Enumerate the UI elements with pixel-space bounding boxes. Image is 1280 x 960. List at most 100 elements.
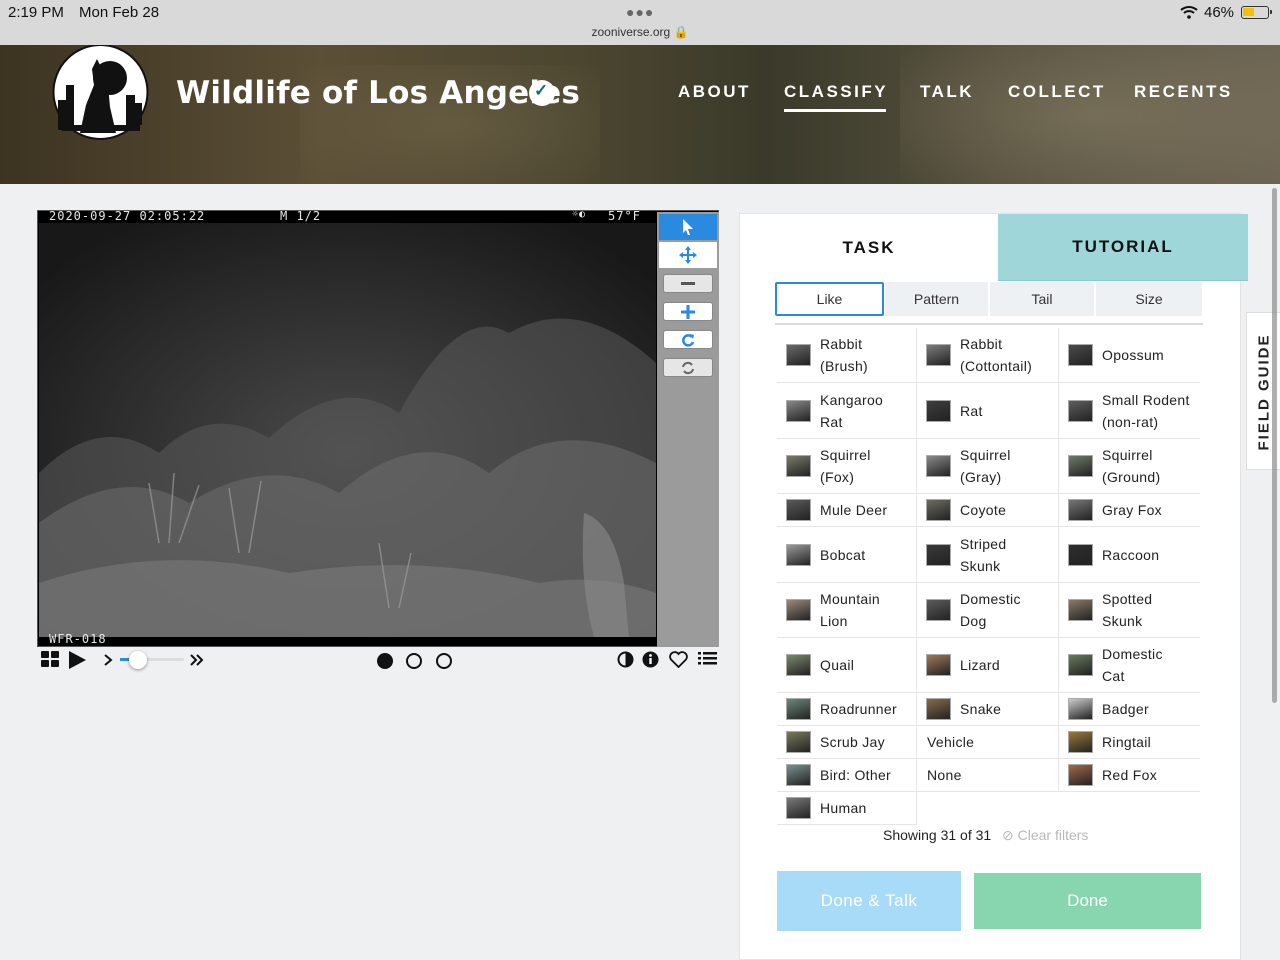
status-time: 2:19 PM xyxy=(8,4,64,21)
species-red-fox[interactable]: Red Fox xyxy=(1059,759,1200,792)
species-thumbnail xyxy=(926,654,951,676)
species-thumbnail xyxy=(1068,599,1093,621)
collections-list-icon[interactable] xyxy=(698,651,717,667)
species-none[interactable]: None xyxy=(917,759,1059,792)
subject-image[interactable] xyxy=(39,223,656,637)
species-lizard[interactable]: Lizard xyxy=(917,638,1059,693)
species-label: Spotted Skunk xyxy=(1102,588,1152,632)
species-label: Vehicle xyxy=(927,731,974,753)
species-mountain-lion[interactable]: Mountain Lion xyxy=(777,583,917,638)
species-scrub-jay[interactable]: Scrub Jay xyxy=(777,726,917,759)
done-button[interactable]: Done xyxy=(974,873,1201,929)
species-rabbit-cottontail[interactable]: Rabbit (Cottontail) xyxy=(917,328,1059,383)
filter-like[interactable]: Like xyxy=(775,282,884,316)
species-label: Squirrel (Fox) xyxy=(820,444,871,488)
species-rat[interactable]: Rat xyxy=(917,383,1059,439)
zoom-out-icon[interactable] xyxy=(663,274,713,293)
grid-view-icon[interactable] xyxy=(41,651,59,667)
species-label: Domestic Cat xyxy=(1102,643,1163,687)
species-spotted-skunk[interactable]: Spotted Skunk xyxy=(1059,583,1200,638)
species-squirrel-ground[interactable]: Squirrel (Ground) xyxy=(1059,439,1200,494)
step-forward-icon[interactable] xyxy=(103,654,113,666)
species-roadrunner[interactable]: Roadrunner xyxy=(777,693,917,726)
species-kangaroo-rat[interactable]: Kangaroo Rat xyxy=(777,383,917,439)
species-bobcat[interactable]: Bobcat xyxy=(777,527,917,583)
address-bar[interactable]: zooniverse.org 🔒 xyxy=(0,25,1280,39)
species-thumbnail xyxy=(1068,499,1093,521)
species-ringtail[interactable]: Ringtail xyxy=(1059,726,1200,759)
clear-filters-button[interactable]: ⊘ Clear filters xyxy=(1002,827,1088,844)
species-thumbnail xyxy=(926,399,951,422)
species-thumbnail xyxy=(926,698,951,720)
project-title[interactable]: Wildlife of Los Angeles xyxy=(176,75,580,111)
move-pan-icon[interactable] xyxy=(659,242,717,268)
species-opossum[interactable]: Opossum xyxy=(1059,328,1200,383)
species-label: Quail xyxy=(820,654,854,676)
species-label: Red Fox xyxy=(1102,764,1157,786)
species-label: Rat xyxy=(960,400,983,422)
done-and-talk-button[interactable]: Done & Talk xyxy=(777,871,961,931)
filter-size[interactable]: Size xyxy=(1096,282,1202,316)
species-raccoon[interactable]: Raccoon xyxy=(1059,527,1200,583)
species-snake[interactable]: Snake xyxy=(917,693,1059,726)
project-header: Wildlife of Los Angeles ✓ ABOUT CLASSIFY… xyxy=(0,45,1280,184)
species-label: Roadrunner xyxy=(820,698,897,720)
species-domestic-dog[interactable]: Domestic Dog xyxy=(917,583,1059,638)
species-mule-deer[interactable]: Mule Deer xyxy=(777,494,917,527)
playback-slider[interactable] xyxy=(120,651,184,669)
frame-pips[interactable] xyxy=(376,652,466,670)
tab-task[interactable]: TASK xyxy=(740,214,998,281)
species-label-line: Striped xyxy=(960,535,1007,552)
species-label-line: Mule Deer xyxy=(820,502,888,518)
species-label-line: Skunk xyxy=(1102,613,1143,629)
species-label-line: Roadrunner xyxy=(820,701,897,717)
rotate-icon[interactable] xyxy=(663,330,713,349)
species-thumbnail xyxy=(1068,698,1093,720)
species-label-line: Snake xyxy=(960,701,1002,717)
play-icon[interactable] xyxy=(67,650,87,670)
species-label-line: None xyxy=(927,767,962,783)
project-logo[interactable] xyxy=(50,45,151,142)
invert-colors-icon[interactable] xyxy=(617,651,634,668)
species-label-line: (non-rat) xyxy=(1102,413,1159,430)
nav-about[interactable]: ABOUT xyxy=(678,82,751,102)
species-coyote[interactable]: Coyote xyxy=(917,494,1059,527)
species-small-rodent-non-rat[interactable]: Small Rodent (non-rat) xyxy=(1059,383,1200,439)
species-squirrel-fox[interactable]: Squirrel (Fox) xyxy=(777,439,917,494)
favorite-heart-icon[interactable] xyxy=(669,651,688,668)
nav-classify[interactable]: CLASSIFY xyxy=(784,82,888,112)
annotate-pointer-icon[interactable] xyxy=(659,214,717,240)
species-label-line: Dog xyxy=(960,613,987,629)
reset-view-icon[interactable] xyxy=(663,358,713,377)
species-human[interactable]: Human xyxy=(777,792,917,825)
species-striped-skunk[interactable]: Striped Skunk xyxy=(917,527,1059,583)
zoom-in-icon[interactable] xyxy=(663,302,713,321)
species-bird-other[interactable]: Bird: Other xyxy=(777,759,917,792)
species-thumbnail xyxy=(786,599,811,621)
slider-handle[interactable] xyxy=(129,651,147,669)
fast-forward-icon[interactable] xyxy=(189,654,205,666)
species-rabbit-brush[interactable]: Rabbit (Brush) xyxy=(777,328,917,383)
species-thumbnail xyxy=(926,499,951,521)
page-scrollbar[interactable] xyxy=(1272,188,1277,703)
species-squirrel-gray[interactable]: Squirrel (Gray) xyxy=(917,439,1059,494)
species-thumbnail xyxy=(786,698,811,720)
species-badger[interactable]: Badger xyxy=(1059,693,1200,726)
species-quail[interactable]: Quail xyxy=(777,638,917,693)
species-domestic-cat[interactable]: Domestic Cat xyxy=(1059,638,1200,693)
species-gray-fox[interactable]: Gray Fox xyxy=(1059,494,1200,527)
browser-menu-dots-icon[interactable]: ●●● xyxy=(626,4,654,20)
info-icon[interactable] xyxy=(642,651,659,668)
species-label-line: Lizard xyxy=(960,657,1000,673)
species-label-line: Spotted xyxy=(1102,591,1153,607)
viewer-controls xyxy=(37,648,719,674)
tab-tutorial[interactable]: TUTORIAL xyxy=(998,214,1248,281)
species-vehicle[interactable]: Vehicle xyxy=(917,726,1059,759)
nav-recents[interactable]: RECENTS xyxy=(1134,82,1233,102)
nav-collect[interactable]: COLLECT xyxy=(1008,82,1106,102)
filter-tail[interactable]: Tail xyxy=(990,282,1094,316)
filter-pattern[interactable]: Pattern xyxy=(885,282,988,316)
species-label: Mountain Lion xyxy=(820,588,880,632)
species-thumbnail xyxy=(786,543,811,566)
nav-talk[interactable]: TALK xyxy=(920,82,974,102)
